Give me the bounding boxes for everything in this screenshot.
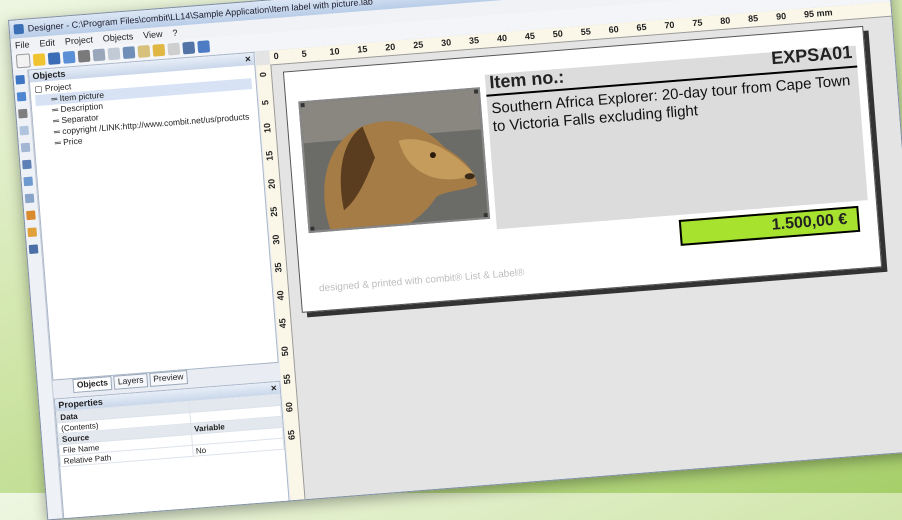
resize-handle[interactable]	[300, 102, 305, 108]
form-tool-icon[interactable]	[27, 227, 38, 238]
lion-picture	[300, 89, 488, 231]
design-canvas[interactable]: 0 5 10 15 20 25 30 35 40 45 50 55 60 65 …	[255, 1, 902, 501]
cut-icon[interactable]	[77, 49, 91, 63]
undo-icon[interactable]	[122, 46, 136, 60]
menu-help[interactable]: ?	[172, 28, 178, 38]
menu-objects[interactable]: Objects	[102, 31, 133, 43]
table-tool-icon[interactable]	[24, 193, 35, 204]
tab-objects[interactable]: Objects	[72, 375, 113, 394]
barcode-tool-icon[interactable]	[23, 176, 34, 187]
line-tool-icon[interactable]	[18, 108, 28, 119]
objects-panel: Objects × ▢ Project ═ Item picture ═ Des…	[27, 51, 279, 381]
item-picture[interactable]	[298, 87, 491, 234]
label-page[interactable]: Item no.: EXPSA01 Southern Africa Explor…	[282, 25, 883, 313]
paste-icon[interactable]	[107, 47, 121, 61]
app-icon	[13, 23, 25, 35]
zoom-icon[interactable]	[182, 41, 196, 55]
workspace: Objects × ▢ Project ═ Item picture ═ Des…	[12, 1, 902, 520]
chart-tool-icon[interactable]	[26, 210, 36, 221]
print-icon[interactable]	[62, 50, 76, 64]
tab-preview[interactable]: Preview	[148, 370, 189, 387]
copyright-text[interactable]: designed & printed with combit® List & L…	[319, 267, 525, 294]
properties-panel: Properties × Data (Contents) Source Varia…	[53, 380, 290, 520]
menu-file[interactable]: File	[15, 39, 30, 50]
preview-icon[interactable]	[197, 40, 211, 54]
save-icon[interactable]	[47, 52, 61, 65]
designer-window: Designer - C:\Program Files\combit\LL14\…	[8, 0, 902, 520]
rectangle-tool-icon[interactable]	[19, 125, 30, 136]
distribute-icon[interactable]	[167, 42, 181, 56]
resize-handle[interactable]	[473, 89, 479, 94]
new-icon[interactable]	[15, 53, 31, 69]
resize-handle[interactable]	[483, 212, 488, 218]
tab-layers[interactable]: Layers	[113, 373, 148, 390]
menu-project[interactable]: Project	[65, 34, 94, 46]
align-icon[interactable]	[137, 44, 151, 58]
close-panel-icon[interactable]: ×	[270, 382, 280, 394]
crosstab-tool-icon[interactable]	[28, 244, 39, 255]
resize-handle[interactable]	[310, 226, 315, 231]
menu-edit[interactable]: Edit	[39, 37, 55, 48]
open-icon[interactable]	[32, 53, 46, 67]
text-tool-icon[interactable]	[16, 91, 27, 102]
menu-view[interactable]: View	[143, 29, 163, 40]
copy-icon[interactable]	[92, 48, 106, 62]
select-tool-icon[interactable]	[15, 74, 26, 85]
layer-icon[interactable]	[152, 43, 166, 57]
close-panel-icon[interactable]: ×	[245, 53, 255, 65]
picture-tool-icon[interactable]	[22, 159, 32, 170]
ellipse-tool-icon[interactable]	[20, 142, 31, 153]
